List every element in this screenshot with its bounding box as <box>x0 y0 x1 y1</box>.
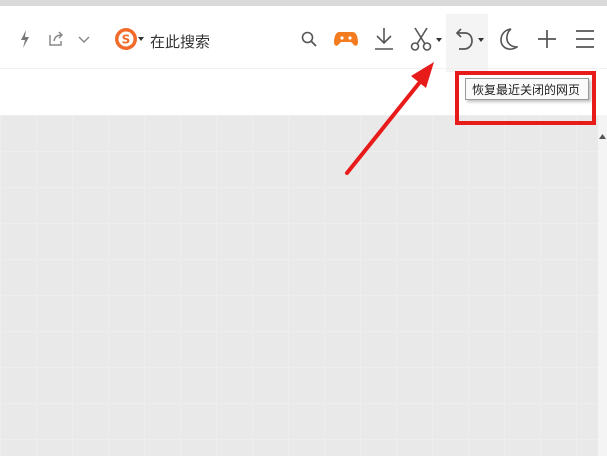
search-input[interactable]: 在此搜索 <box>150 32 210 52</box>
game-icon[interactable] <box>333 26 359 52</box>
scroll-up-arrow-icon[interactable] <box>598 125 607 139</box>
sogou-logo-icon[interactable]: S <box>113 26 139 52</box>
plus-icon[interactable] <box>535 25 559 53</box>
screenshot-dropdown-icon[interactable] <box>435 36 443 44</box>
undo-dropdown-icon[interactable] <box>477 36 485 44</box>
download-icon[interactable] <box>372 24 396 54</box>
share-icon[interactable] <box>46 28 66 50</box>
annotation-highlight-box <box>455 71 596 125</box>
page-content-area <box>0 115 598 456</box>
engine-dropdown-icon[interactable] <box>137 34 145 44</box>
chevron-down-icon[interactable] <box>76 30 92 50</box>
moon-icon[interactable] <box>496 24 520 54</box>
vertical-scrollbar[interactable] <box>598 115 607 456</box>
search-icon[interactable] <box>298 28 320 50</box>
browser-toolbar: S 在此搜索 <box>0 6 607 72</box>
menu-icon[interactable] <box>572 26 598 52</box>
toolbar-divider <box>0 68 607 69</box>
scissors-icon[interactable] <box>408 24 434 54</box>
svg-text:S: S <box>122 33 131 47</box>
lightning-icon[interactable] <box>18 28 32 50</box>
undo-icon[interactable] <box>452 24 476 54</box>
